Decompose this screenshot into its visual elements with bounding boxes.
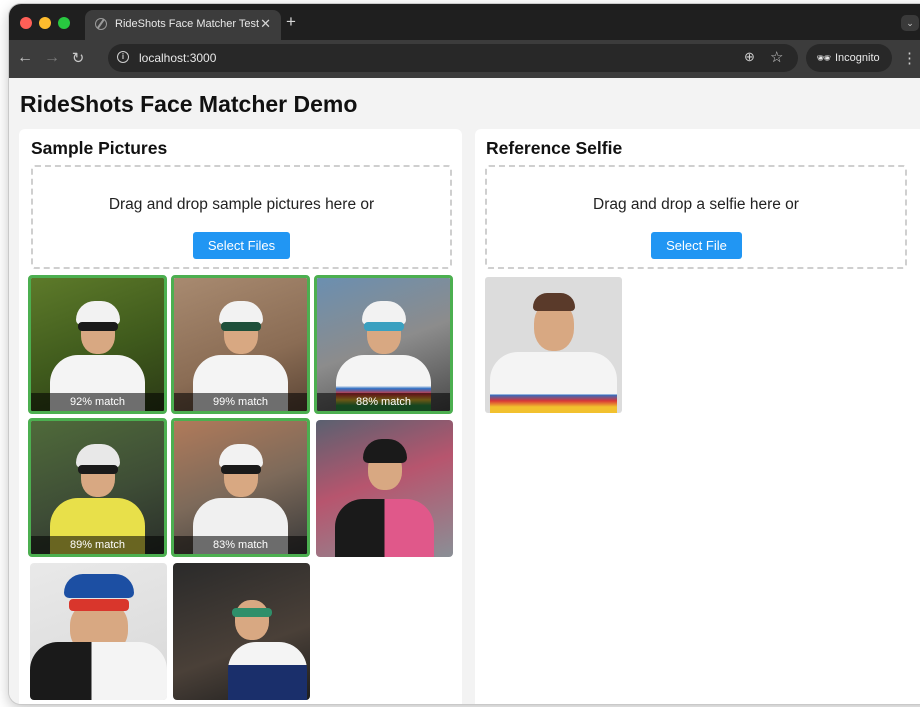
sample-thumbnail[interactable]: 92% match	[28, 275, 167, 414]
zoom-icon[interactable]: ⊕	[744, 49, 755, 65]
incognito-label: Incognito	[835, 52, 880, 64]
sample-thumbnail[interactable]: 83% match	[171, 418, 310, 557]
globe-icon	[95, 18, 107, 30]
new-tab-button[interactable]: +	[281, 12, 301, 32]
select-files-button[interactable]: Select Files	[193, 232, 290, 259]
close-window-button[interactable]	[20, 17, 32, 29]
selfie-dropzone[interactable]: Drag and drop a selfie here or Select Fi…	[485, 165, 907, 269]
match-score: 89% match	[31, 536, 164, 554]
address-bar[interactable]: i localhost:3000 ⊕ ☆	[108, 44, 798, 72]
cyclist-photo	[30, 563, 167, 700]
sample-thumbnail[interactable]	[173, 563, 310, 700]
reference-selfie-image[interactable]	[485, 277, 622, 413]
incognito-button[interactable]: 🕶 Incognito	[806, 44, 892, 72]
cyclist-photo	[31, 278, 164, 411]
cyclist-photo	[317, 278, 450, 411]
maximize-window-button[interactable]	[58, 17, 70, 29]
sample-pictures-panel: Sample Pictures Drag and drop sample pic…	[19, 129, 462, 704]
sample-thumbnail[interactable]: 89% match	[28, 418, 167, 557]
cyclist-photo	[316, 420, 453, 557]
match-score: 99% match	[174, 393, 307, 411]
selfie-drop-text: Drag and drop a selfie here or	[593, 196, 799, 213]
star-icon[interactable]: ☆	[770, 48, 783, 66]
match-score: 83% match	[174, 536, 307, 554]
browser-toolbar: ← → ↻ i localhost:3000 ⊕ ☆ 🕶 Incognito ⋮	[9, 40, 920, 78]
back-arrow-icon[interactable]: ←	[15, 49, 35, 67]
chevron-down-icon[interactable]: ⌄	[901, 15, 919, 31]
minimize-window-button[interactable]	[39, 17, 51, 29]
url-text[interactable]: localhost:3000	[139, 51, 216, 65]
cyclist-photo	[174, 278, 307, 411]
browser-window: RideShots Face Matcher Test ✕ + ⌄ ← → ↻ …	[9, 4, 920, 704]
browser-tab[interactable]: RideShots Face Matcher Test ✕	[85, 10, 281, 40]
cyclist-photo	[31, 421, 164, 554]
match-score: 92% match	[31, 393, 164, 411]
cyclist-photo	[173, 563, 310, 700]
sample-thumbnail[interactable]	[30, 563, 167, 700]
tab-strip: RideShots Face Matcher Test ✕ + ⌄	[9, 4, 920, 40]
info-icon[interactable]: i	[117, 51, 129, 63]
sample-dropzone[interactable]: Drag and drop sample pictures here or Se…	[31, 165, 452, 269]
sample-drop-text: Drag and drop sample pictures here or	[108, 196, 375, 213]
select-file-button[interactable]: Select File	[651, 232, 742, 259]
sample-thumbnail[interactable]: 99% match	[171, 275, 310, 414]
incognito-icon: 🕶	[816, 51, 832, 65]
page-title: RideShots Face Matcher Demo	[20, 91, 358, 117]
close-tab-icon[interactable]: ✕	[260, 16, 271, 32]
sample-pictures-title: Sample Pictures	[31, 138, 168, 158]
match-score: 88% match	[317, 393, 450, 411]
reload-icon[interactable]: ↻	[68, 49, 88, 67]
more-icon[interactable]: ⋮	[902, 49, 917, 67]
reference-selfie-panel: Reference Selfie Drag and drop a selfie …	[475, 129, 920, 704]
forward-arrow-icon[interactable]: →	[42, 49, 62, 67]
cyclist-photo	[174, 421, 307, 554]
reference-selfie-title: Reference Selfie	[486, 138, 623, 158]
sample-thumbnail[interactable]: 88% match	[314, 275, 453, 414]
page-content: RideShots Face Matcher Demo Sample Pictu…	[9, 78, 920, 704]
tab-title: RideShots Face Matcher Test	[115, 18, 260, 30]
sample-thumbnail[interactable]	[316, 420, 453, 557]
